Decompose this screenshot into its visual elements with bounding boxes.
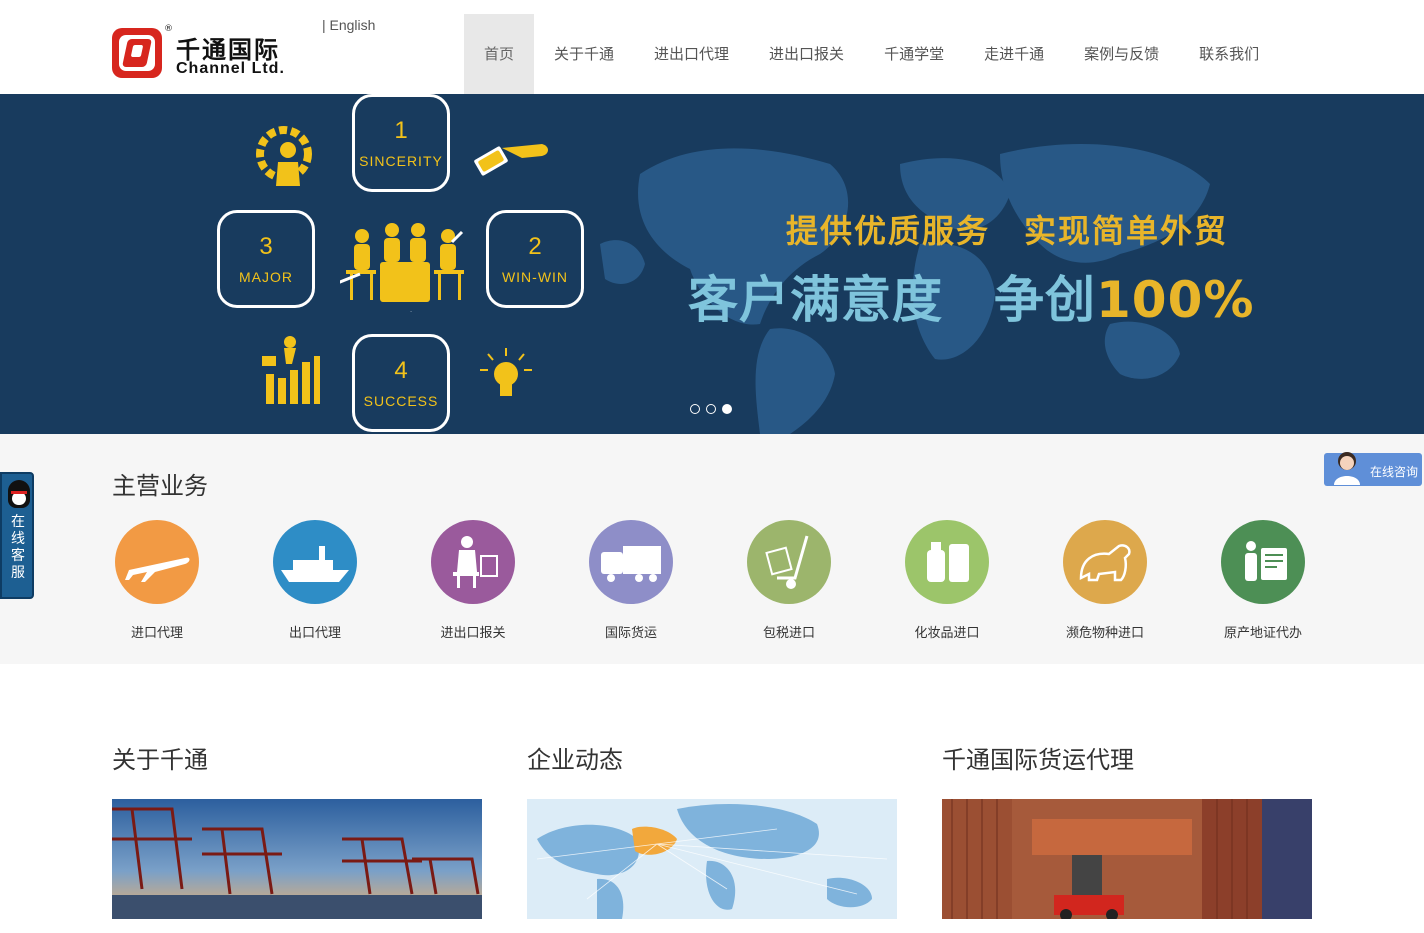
- bubble-word: SUCCESS: [363, 393, 439, 409]
- service-export-agency[interactable]: 出口代理: [240, 520, 390, 641]
- service-customs-declaration[interactable]: 进出口报关: [398, 520, 548, 641]
- gear-person-icon: [256, 126, 312, 186]
- bubble-number: 1: [394, 117, 408, 144]
- hero-banner[interactable]: 1 SINCERITY 2 WIN-WIN 3 MAJOR 4 SUCCESS: [0, 94, 1424, 434]
- service-import-agency[interactable]: 进口代理: [82, 520, 232, 641]
- nav-item-import-export-agency[interactable]: 进出口代理: [634, 14, 749, 94]
- slogan-main-text: 客户满意度 争创: [688, 271, 1096, 329]
- certificate-icon: [1221, 520, 1305, 604]
- value-bubble-sincerity: 1 SINCERITY: [352, 94, 450, 192]
- service-tax-inclusive-import[interactable]: 包税进口: [714, 520, 864, 641]
- value-bubble-major: 3 MAJOR: [217, 210, 315, 308]
- news-section-title[interactable]: 企业动态: [527, 740, 623, 775]
- services-title: 主营业务: [112, 472, 208, 500]
- online-service-sidebar[interactable]: 在线客服: [0, 472, 34, 599]
- service-endangered-species-import[interactable]: 濒危物种进口: [1030, 520, 1180, 641]
- polar-bear-icon: [1063, 520, 1147, 604]
- logo-english-name: Channel Ltd.: [176, 60, 285, 77]
- growth-chart-icon: [262, 336, 320, 404]
- bubble-word: WIN-WIN: [501, 269, 569, 285]
- service-label: 进出口报关: [440, 626, 506, 641]
- registered-mark: ®: [164, 24, 173, 34]
- lightbulb-icon: [480, 348, 532, 396]
- service-label: 化妆品进口: [914, 626, 980, 641]
- bubble-number: 2: [528, 233, 542, 260]
- bubble-word: MAJOR: [239, 269, 293, 285]
- service-label: 包税进口: [762, 626, 815, 641]
- service-label: 进口代理: [130, 626, 183, 641]
- carousel-dot-3[interactable]: [722, 404, 732, 414]
- nav-item-company-intro[interactable]: 走进千通: [964, 14, 1064, 94]
- hand-truck-icon: [747, 520, 831, 604]
- cosmetics-icon: [905, 520, 989, 604]
- banner-slogan-line1: 提供优质服务 实现简单外贸: [786, 212, 1229, 250]
- service-certificate-of-origin[interactable]: 原产地证代办: [1188, 520, 1338, 641]
- money-hand-icon: [474, 144, 548, 176]
- banner-slogan-line2: 客户满意度 争创100%: [688, 260, 1254, 332]
- online-consult-button[interactable]: 在线咨询: [1324, 452, 1422, 486]
- customs-officer-icon: [431, 520, 515, 604]
- value-bubble-success: 4 SUCCESS: [352, 334, 450, 432]
- port-cranes-image[interactable]: [112, 799, 482, 919]
- bubble-number: 4: [394, 357, 408, 384]
- service-cosmetics-import[interactable]: 化妆品进口: [872, 520, 1022, 641]
- service-label: 国际货运: [604, 626, 657, 641]
- logo[interactable]: ® 千通国际 Channel Ltd.: [112, 24, 302, 80]
- airplane-icon: [115, 520, 199, 604]
- online-service-label: 在线客服: [11, 514, 25, 581]
- service-label: 出口代理: [288, 626, 341, 641]
- carousel-dots: [690, 404, 732, 414]
- bubble-number: 3: [259, 233, 273, 260]
- meeting-table-icon: [340, 223, 464, 312]
- bubble-word: SINCERITY: [359, 153, 443, 169]
- english-link[interactable]: | English: [322, 17, 375, 33]
- about-section-title[interactable]: 关于千通: [112, 740, 208, 775]
- qq-penguin-icon: [8, 480, 30, 508]
- service-international-freight[interactable]: 国际货运: [556, 520, 706, 641]
- logo-mark-icon: [112, 28, 162, 78]
- nav-item-customs-declaration[interactable]: 进出口报关: [749, 14, 864, 94]
- value-bubble-win-win: 2 WIN-WIN: [486, 210, 584, 308]
- world-map-trade-image[interactable]: [527, 799, 897, 919]
- nav-item-cases-feedback[interactable]: 案例与反馈: [1064, 14, 1179, 94]
- site-header: ® 千通国际 Channel Ltd. | English 首页 关于千通 进出…: [0, 0, 1424, 94]
- nav-item-contact[interactable]: 联系我们: [1179, 14, 1279, 94]
- container-forklift-image[interactable]: [942, 799, 1312, 919]
- nav-item-academy[interactable]: 千通学堂: [864, 14, 964, 94]
- slogan-percent: 100%: [1096, 271, 1255, 329]
- online-consult-label: 在线咨询: [1370, 465, 1419, 479]
- main-services-section: 主营业务 进口代理 出口代理 进出口报关 国际货运 包税进口 化妆品进口 濒危物…: [0, 434, 1424, 664]
- main-nav: 首页 关于千通 进出口代理 进出口报关 千通学堂 走进千通 案例与反馈 联系我们: [464, 14, 1279, 94]
- service-label: 濒危物种进口: [1065, 626, 1144, 641]
- ship-icon: [273, 520, 357, 604]
- truck-icon: [589, 520, 673, 604]
- carousel-dot-2[interactable]: [706, 404, 716, 414]
- carousel-dot-1[interactable]: [690, 404, 700, 414]
- customer-service-avatar-icon: [1334, 452, 1360, 485]
- service-label: 原产地证代办: [1223, 626, 1302, 641]
- freight-section-title[interactable]: 千通国际货运代理: [942, 740, 1134, 775]
- nav-item-about[interactable]: 关于千通: [534, 14, 634, 94]
- nav-item-home[interactable]: 首页: [464, 14, 535, 94]
